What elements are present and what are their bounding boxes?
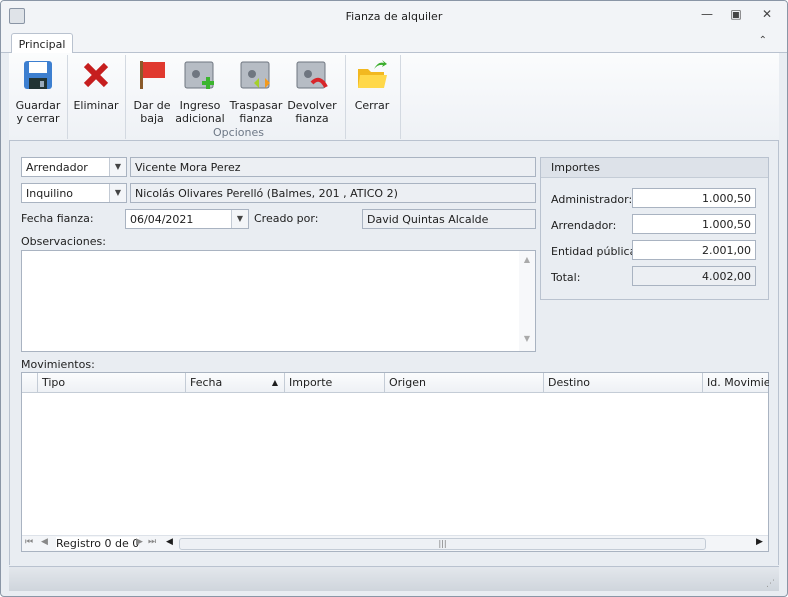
prev-record-icon[interactable]: ◀	[41, 537, 48, 547]
dar-de-baja-button[interactable]: Dar de baja	[131, 59, 173, 125]
safe-transfer-icon	[240, 59, 272, 91]
scroll-right-icon[interactable]: ▶	[756, 537, 763, 547]
window-title: Fianza de alquiler	[345, 10, 443, 23]
total-field: 4.002,00	[632, 266, 756, 286]
save-icon	[22, 59, 54, 91]
close-form-button[interactable]: Cerrar	[349, 59, 395, 112]
creado-label: Creado por:	[254, 212, 319, 225]
horizontal-scrollbar-thumb[interactable]: |||	[179, 538, 706, 550]
chevron-down-icon[interactable]: ▼	[231, 210, 248, 228]
scroll-left-icon[interactable]: ◀	[166, 537, 173, 547]
safe-return-icon	[296, 59, 328, 91]
sort-ascending-icon: ▲	[271, 378, 278, 387]
folder-close-icon	[356, 59, 388, 91]
resize-grip-icon[interactable]: ⋰	[766, 579, 775, 589]
column-tipo[interactable]: Tipo	[38, 373, 186, 393]
role1-select[interactable]: Arrendador ▼	[21, 157, 127, 177]
entidad-publica-input[interactable]: 2.001,00	[632, 240, 756, 260]
next-record-icon[interactable]: ▶	[136, 537, 143, 547]
first-record-icon[interactable]: ⏮	[25, 537, 33, 547]
maximize-button[interactable]: ▣	[726, 7, 746, 25]
column-origen[interactable]: Origen	[385, 373, 544, 393]
traspasar-fianza-button[interactable]: Traspasar fianza	[229, 59, 283, 125]
chevron-down-icon[interactable]: ▼	[109, 158, 126, 176]
last-record-icon[interactable]: ⏭	[148, 537, 156, 547]
arrendador-label: Arrendador:	[551, 219, 617, 232]
administrador-label: Administrador:	[551, 193, 633, 206]
total-label: Total:	[551, 271, 581, 284]
safe-add-icon	[184, 59, 216, 91]
observaciones-label: Observaciones:	[21, 235, 106, 248]
record-counter: Registro 0 de 0	[56, 537, 140, 550]
column-destino[interactable]: Destino	[544, 373, 703, 393]
administrador-input[interactable]: 1.000,50	[632, 188, 756, 208]
observaciones-textarea[interactable]	[21, 250, 536, 352]
ingreso-adicional-button[interactable]: Ingreso adicional	[175, 59, 225, 125]
chevron-down-icon[interactable]: ▼	[109, 184, 126, 202]
movimientos-label: Movimientos:	[21, 358, 95, 371]
ribbon-tabs: Principal ⌃	[1, 31, 787, 54]
delete-icon	[80, 59, 112, 91]
column-importe[interactable]: Importe	[285, 373, 385, 393]
save-close-button[interactable]: Guardar y cerrar	[15, 59, 61, 125]
close-button[interactable]: ✕	[757, 7, 777, 25]
column-id-movimiento[interactable]: Id. Movimiento	[703, 373, 769, 393]
arrendador-input[interactable]: 1.000,50	[632, 214, 756, 234]
scrollbar[interactable]: ▲ ▼	[519, 251, 535, 351]
collapse-ribbon-icon[interactable]: ⌃	[759, 35, 767, 46]
fecha-date-input[interactable]: 06/04/2021 ▼	[125, 209, 249, 229]
importes-title: Importes	[541, 158, 768, 178]
role2-name-field[interactable]: Nicolás Olivares Perelló (Balmes, 201 , …	[130, 183, 536, 203]
tab-principal[interactable]: Principal	[11, 33, 73, 54]
row-indicator-header	[22, 373, 38, 393]
delete-button[interactable]: Eliminar	[73, 59, 119, 112]
entidad-publica-label: Entidad pública:	[551, 245, 641, 258]
fecha-label: Fecha fianza:	[21, 212, 94, 225]
minimize-button[interactable]: —	[697, 7, 717, 25]
grid-navigator: ⏮ ◀ Registro 0 de 0 ▶ ⏭ ◀ ||| ▶	[22, 535, 768, 551]
role2-select[interactable]: Inquilino ▼	[21, 183, 127, 203]
status-bar: ⋰	[9, 566, 779, 591]
column-fecha[interactable]: Fecha ▲	[186, 373, 285, 393]
movimientos-grid[interactable]: Tipo Fecha ▲ Importe Origen Destino Id. M…	[21, 372, 769, 552]
creado-field[interactable]: David Quintas Alcalde	[362, 209, 536, 229]
grid-header: Tipo Fecha ▲ Importe Origen Destino Id. M…	[22, 373, 769, 393]
window: Fianza de alquiler — ▣ ✕ Principal ⌃ Gua…	[0, 0, 788, 597]
flag-icon	[136, 59, 168, 91]
group-label-opciones: Opciones	[213, 126, 264, 139]
role1-name-field[interactable]: Vicente Mora Perez	[130, 157, 536, 177]
ribbon: Guardar y cerrar Eliminar Dar de baja Ingr…	[9, 53, 779, 141]
title-bar: Fianza de alquiler — ▣ ✕	[1, 1, 787, 31]
devolver-fianza-button[interactable]: Devolver fianza	[287, 59, 337, 125]
